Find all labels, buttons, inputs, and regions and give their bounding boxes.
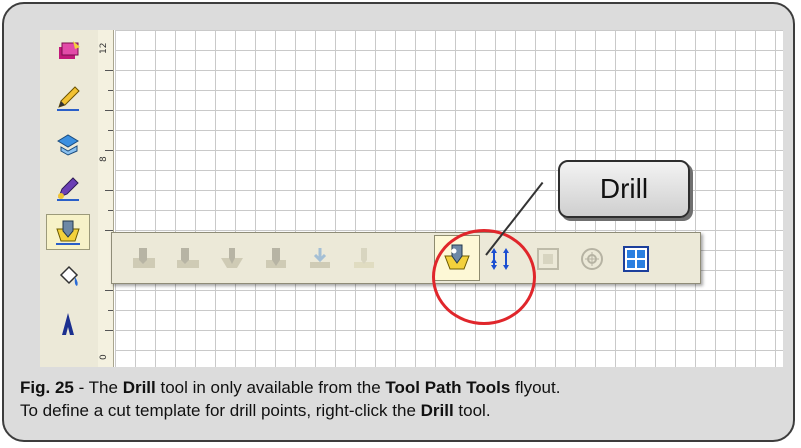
- drop-down-icon[interactable]: [302, 241, 338, 277]
- ruler-tick: [108, 90, 113, 91]
- caption-text: - The: [73, 378, 123, 397]
- ruler-label-12: 12: [99, 42, 109, 54]
- paint-bucket-icon[interactable]: [46, 258, 90, 294]
- ruler-tick: [105, 190, 113, 191]
- caption-text: tool in only available from the: [155, 378, 386, 397]
- circle-target-icon[interactable]: [574, 241, 610, 277]
- layer-cube-icon[interactable]: [46, 34, 90, 70]
- highlight-circle: [432, 229, 536, 325]
- ruler-tick: [108, 310, 113, 311]
- relief-icon[interactable]: [346, 241, 382, 277]
- ruler-tick: [105, 330, 113, 331]
- figure-frame: 12 8 0 Drill Fig. 25 - The Drill tool in…: [2, 2, 795, 442]
- tool-path-tools-flyout: [111, 232, 701, 284]
- ruler-tick: [105, 150, 113, 151]
- ruler-label-0: 0: [99, 354, 109, 360]
- profile-icon[interactable]: [126, 241, 162, 277]
- tiling-icon[interactable]: [618, 241, 654, 277]
- caption-bold-toolpath: Tool Path Tools: [385, 378, 511, 397]
- caption-text: flyout.: [510, 378, 561, 397]
- engrave-icon[interactable]: [258, 241, 294, 277]
- ruler-label-8: 8: [99, 156, 109, 162]
- transform-icon[interactable]: [46, 126, 90, 162]
- drill-callout: Drill: [558, 160, 690, 218]
- ruler-tick: [108, 210, 113, 211]
- v-carve-icon[interactable]: [214, 241, 250, 277]
- caption-bold-drill: Drill: [420, 401, 454, 420]
- figure-caption: Fig. 25 - The Drill tool in only availab…: [20, 376, 780, 422]
- caption-text: tool.: [453, 401, 491, 420]
- caption-bold-drill: Drill: [122, 378, 156, 397]
- vertical-ruler: 12 8 0: [98, 30, 114, 367]
- ruler-tick: [105, 110, 113, 111]
- caption-text: To define a cut template for drill point…: [20, 401, 421, 420]
- ruler-tick: [105, 230, 113, 231]
- tool-path-icon[interactable]: [46, 214, 90, 250]
- pocket-icon[interactable]: [170, 241, 206, 277]
- text-icon[interactable]: [46, 306, 90, 342]
- ruler-tick: [105, 290, 113, 291]
- ruler-tick: [108, 130, 113, 131]
- tool-column: [40, 30, 99, 367]
- pencil-icon[interactable]: [46, 80, 90, 116]
- pen-node-icon[interactable]: [46, 170, 90, 206]
- caption-line-1: Fig. 25 - The Drill tool in only availab…: [20, 376, 780, 399]
- ruler-tick: [105, 70, 113, 71]
- figure-number: Fig. 25: [20, 378, 74, 397]
- software-screenshot: 12 8 0 Drill: [40, 30, 783, 367]
- caption-line-2: To define a cut template for drill point…: [20, 399, 780, 422]
